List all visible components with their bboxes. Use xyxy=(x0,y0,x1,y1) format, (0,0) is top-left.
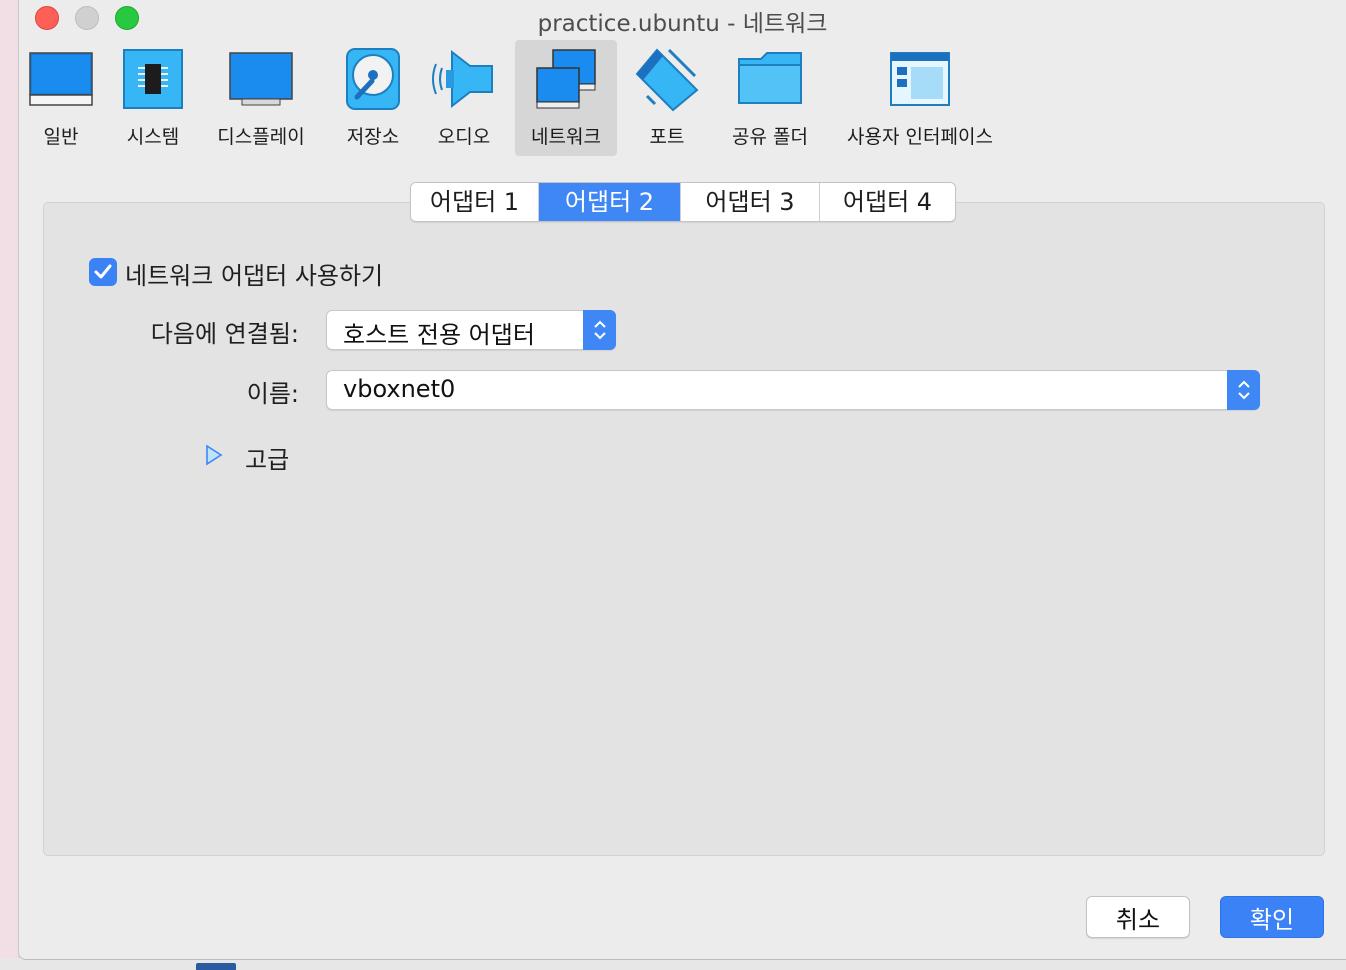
tab-adapter-4[interactable]: 어댑터 4 xyxy=(820,183,955,221)
ok-button[interactable]: 확인 xyxy=(1220,896,1324,938)
speaker-icon xyxy=(429,44,499,114)
monitor-icon xyxy=(26,44,96,114)
name-value: vboxnet0 xyxy=(343,375,456,403)
port-icon xyxy=(632,44,702,114)
ui-window-icon xyxy=(885,44,955,114)
background-folder-icon xyxy=(196,963,236,970)
toolbar-item-user-interface[interactable]: 사용자 인터페이스 xyxy=(843,40,997,156)
toolbar-item-network[interactable]: 네트워크 xyxy=(515,40,617,156)
toolbar-item-ports[interactable]: 포트 xyxy=(631,40,703,156)
chip-icon xyxy=(118,44,188,114)
window-title: practice.ubuntu - 네트워크 xyxy=(537,11,828,37)
advanced-label[interactable]: 고급 xyxy=(245,440,289,475)
name-label: 이름: xyxy=(246,380,299,408)
cancel-button[interactable]: 취소 xyxy=(1086,896,1190,938)
display-icon xyxy=(226,44,296,114)
name-select[interactable]: vboxnet0 xyxy=(326,370,1260,410)
folder-icon xyxy=(735,44,805,114)
toolbar-item-shared-folders[interactable]: 공유 폴더 xyxy=(725,40,815,156)
tab-adapter-1[interactable]: 어댑터 1 xyxy=(411,183,539,221)
toolbar-item-audio[interactable]: 오디오 xyxy=(427,40,501,156)
settings-window: practice.ubuntu - 네트워크 일반 시스템 디스플레이 저장소 … xyxy=(18,0,1346,960)
toolbar-item-general[interactable]: 일반 xyxy=(25,40,97,156)
attached-to-label: 다음에 연결됨: xyxy=(150,320,299,348)
network-icon xyxy=(531,44,601,114)
background-window-edge xyxy=(0,0,18,970)
advanced-disclosure-triangle-icon[interactable] xyxy=(205,444,223,470)
toolbar-item-system[interactable]: 시스템 xyxy=(117,40,189,156)
attached-to-value: 호스트 전용 어댑터 xyxy=(343,321,535,349)
attached-to-select[interactable]: 호스트 전용 어댑터 xyxy=(326,310,616,350)
tab-adapter-3[interactable]: 어댑터 3 xyxy=(681,183,820,221)
enable-adapter-label: 네트워크 어댑터 사용하기 xyxy=(125,262,384,290)
tab-adapter-2[interactable]: 어댑터 2 xyxy=(539,183,681,221)
enable-adapter-checkbox[interactable] xyxy=(89,258,117,286)
adapter-tabs: 어댑터 1 어댑터 2 어댑터 3 어댑터 4 xyxy=(410,182,956,222)
adapter-panel xyxy=(43,202,1325,856)
settings-toolbar: 일반 시스템 디스플레이 저장소 오디오 네트워크 포트 공유 폴더 사용자 인… xyxy=(19,40,1346,156)
checkmark-icon xyxy=(94,264,112,279)
select-stepper-icon xyxy=(583,310,616,350)
toolbar-item-storage[interactable]: 저장소 xyxy=(337,40,409,156)
toolbar-item-display[interactable]: 디스플레이 xyxy=(215,40,307,156)
select-stepper-icon xyxy=(1227,370,1260,410)
storage-icon xyxy=(338,44,408,114)
